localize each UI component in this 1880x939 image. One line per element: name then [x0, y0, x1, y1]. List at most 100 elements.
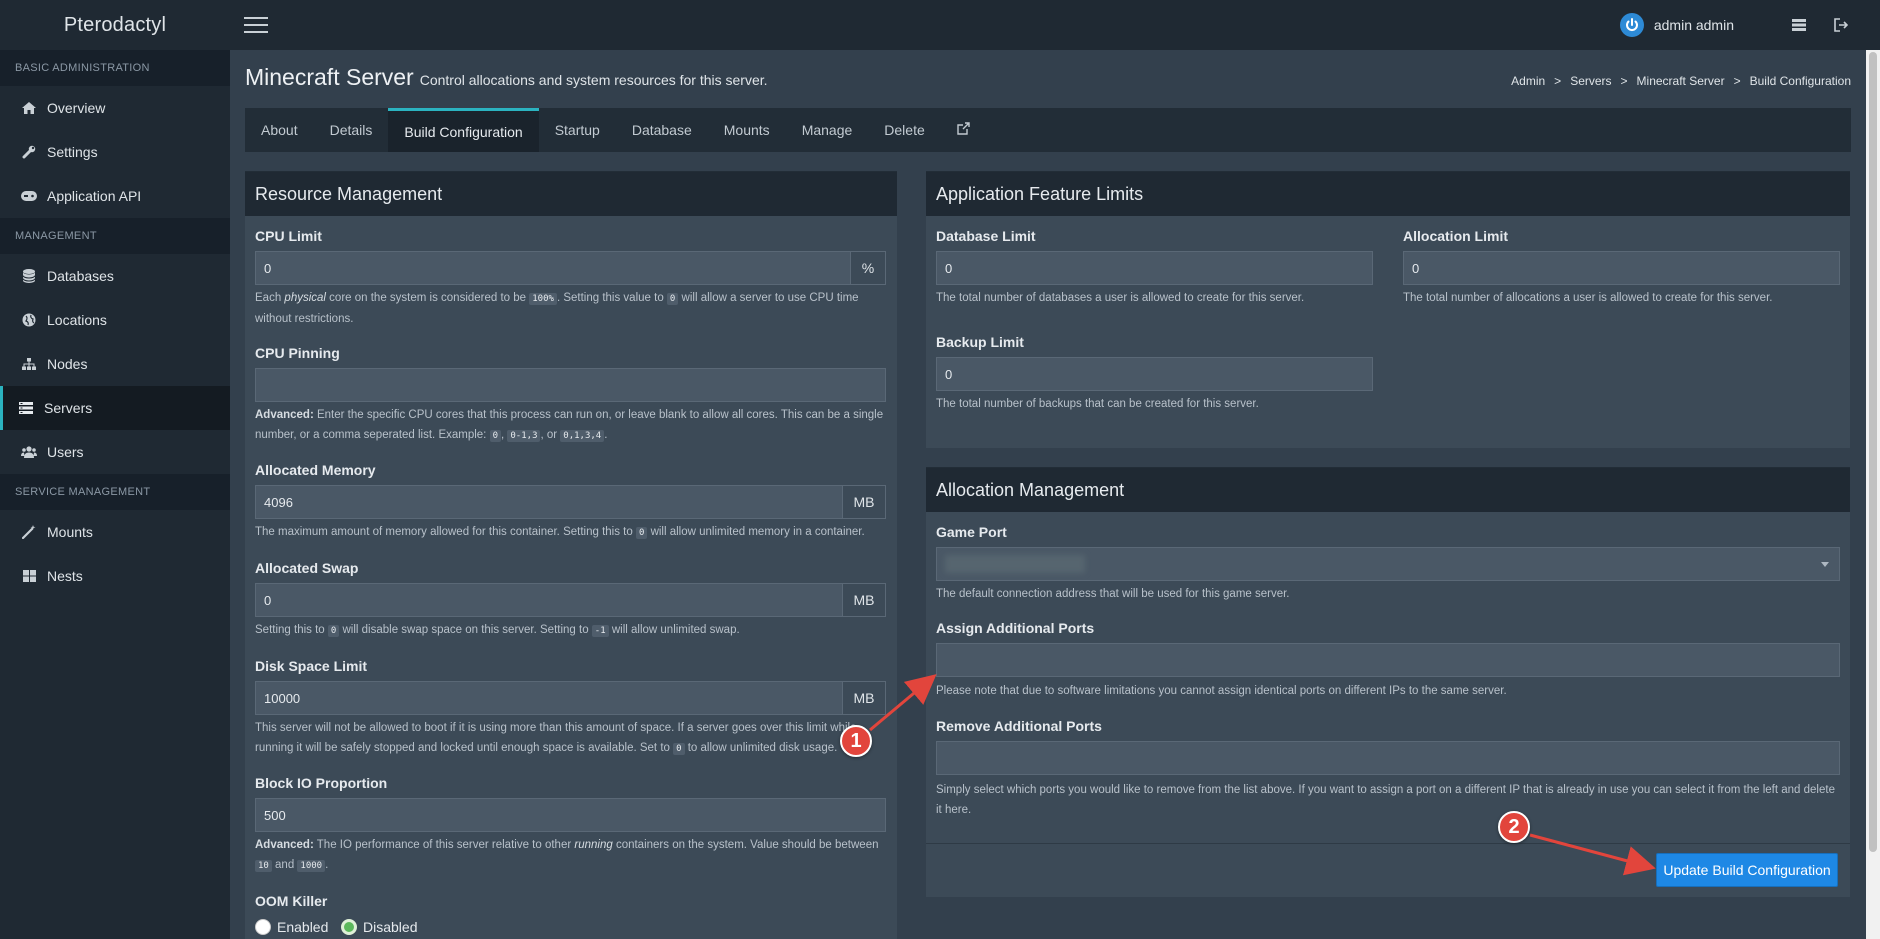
game-port-label: Game Port	[936, 524, 1007, 540]
cpu-pinning-help: Advanced: Enter the specific CPU cores t…	[255, 409, 884, 442]
oom-enabled-radio[interactable]	[255, 919, 271, 935]
disk-space-addon: MB	[842, 681, 886, 715]
database-icon	[21, 268, 37, 284]
breadcrumb-admin[interactable]: Admin	[1511, 74, 1545, 88]
assign-ports-help: Please note that due to software limitat…	[936, 685, 1507, 697]
username[interactable]: admin admin	[1654, 17, 1734, 33]
remove-ports-label: Remove Additional Ports	[936, 718, 1102, 734]
oom-disabled-radio[interactable]	[341, 919, 357, 935]
sidebar-item-nests[interactable]: Nests	[0, 554, 230, 598]
tab-manage[interactable]: Manage	[786, 108, 869, 152]
sidebar-item-settings[interactable]: Settings	[0, 130, 230, 174]
breadcrumb-server[interactable]: Minecraft Server	[1637, 74, 1725, 88]
database-limit-input[interactable]: 0	[936, 251, 1373, 285]
sidebar-header-basic: BASIC ADMINISTRATION	[0, 50, 230, 86]
sidebar-item-label: Settings	[47, 144, 98, 160]
tab-about[interactable]: About	[245, 108, 314, 152]
tab-mounts[interactable]: Mounts	[708, 108, 786, 152]
allocated-swap-addon: MB	[842, 583, 886, 617]
top-navbar: Pterodactyl admin admin	[0, 0, 1880, 50]
oom-killer-label: OOM Killer	[255, 893, 328, 909]
block-io-label: Block IO Proportion	[255, 775, 388, 791]
cpu-limit-label: CPU Limit	[255, 228, 322, 244]
sidebar-item-label: Mounts	[47, 524, 93, 540]
backup-limit-input[interactable]: 0	[936, 357, 1373, 391]
assign-ports-input[interactable]	[936, 643, 1840, 677]
allocated-memory-addon: MB	[842, 485, 886, 519]
scrollbar-thumb[interactable]	[1869, 52, 1877, 852]
logout-icon[interactable]	[1832, 16, 1850, 34]
allocated-swap-input[interactable]: 0	[255, 583, 843, 617]
sidebar-item-label: Databases	[47, 268, 114, 284]
sidebar-item-label: Nodes	[47, 356, 88, 372]
sidebar-item-servers[interactable]: Servers	[0, 386, 230, 430]
tab-external-link[interactable]	[941, 108, 986, 152]
server-list-icon[interactable]	[1790, 16, 1808, 34]
sidebar-item-label: Users	[47, 444, 84, 460]
block-io-input[interactable]: 500	[255, 798, 886, 832]
server-icon	[18, 400, 34, 416]
sidebar-item-databases[interactable]: Databases	[0, 254, 230, 298]
disk-space-label: Disk Space Limit	[255, 658, 368, 674]
assign-ports-label: Assign Additional Ports	[936, 620, 1095, 636]
remove-ports-help: Simply select which ports you would like…	[936, 784, 1835, 816]
sidebar-item-application-api[interactable]: Application API	[0, 174, 230, 218]
cpu-limit-help: Each physical core on the system is cons…	[255, 292, 859, 325]
allocated-swap-help: Setting this to 0 will disable swap spac…	[255, 624, 740, 637]
update-build-configuration-button[interactable]: Update Build Configuration	[1656, 853, 1838, 887]
page-subtitle: Control allocations and system resources…	[419, 72, 768, 88]
tab-database[interactable]: Database	[616, 108, 708, 152]
app-logo[interactable]: Pterodactyl	[0, 14, 230, 37]
sidebar-item-locations[interactable]: Locations	[0, 298, 230, 342]
sidebar-item-users[interactable]: Users	[0, 430, 230, 474]
oom-disabled-label: Disabled	[363, 919, 418, 935]
allocated-swap-label: Allocated Swap	[255, 560, 359, 576]
user-avatar-icon[interactable]	[1619, 13, 1644, 37]
sidebar-item-overview[interactable]: Overview	[0, 86, 230, 130]
oom-enabled-option[interactable]: Enabled	[255, 919, 328, 935]
tab-startup[interactable]: Startup	[539, 108, 616, 152]
page-scrollbar[interactable]	[1866, 50, 1880, 939]
annotation-marker-2: 2	[1498, 811, 1530, 843]
sidebar-item-label: Application API	[47, 188, 142, 204]
tab-build-configuration[interactable]: Build Configuration	[388, 108, 539, 152]
allocation-limit-help: The total number of allocations a user i…	[1403, 292, 1773, 304]
oom-disabled-option[interactable]: Disabled	[341, 919, 417, 935]
sidebar-toggle-icon[interactable]	[244, 17, 268, 33]
database-limit-help: The total number of databases a user is …	[936, 292, 1305, 304]
game-port-help: The default connection address that will…	[936, 588, 1290, 600]
page-header: Minecraft Server Control allocations and…	[245, 64, 1851, 91]
sidebar-item-nodes[interactable]: Nodes	[0, 342, 230, 386]
tab-details[interactable]: Details	[314, 108, 389, 152]
server-tabs: About Details Build Configuration Startu…	[245, 108, 1851, 152]
allocation-management-title: Allocation Management	[926, 468, 1850, 512]
game-port-select[interactable]	[936, 547, 1840, 581]
oom-enabled-label: Enabled	[277, 919, 329, 935]
sitemap-icon	[21, 356, 37, 372]
allocated-memory-input[interactable]: 4096	[255, 485, 843, 519]
game-port-value-redacted	[945, 555, 1085, 573]
allocation-limit-input[interactable]: 0	[1403, 251, 1840, 285]
sidebar-item-label: Servers	[44, 400, 93, 416]
sidebar-item-label: Overview	[47, 100, 106, 116]
annotation-marker-1: 1	[840, 725, 872, 757]
disk-space-input[interactable]: 10000	[255, 681, 843, 715]
cpu-pinning-input[interactable]	[255, 368, 886, 402]
wrench-icon	[21, 144, 37, 160]
remove-ports-input[interactable]	[936, 741, 1840, 775]
backup-limit-help: The total number of backups that can be …	[936, 398, 1259, 410]
sidebar-item-mounts[interactable]: Mounts	[0, 510, 230, 554]
cpu-limit-addon: %	[850, 251, 886, 285]
chevron-down-icon	[1821, 562, 1829, 567]
cpu-limit-input[interactable]: 0	[255, 251, 851, 285]
breadcrumb: Admin > Servers > Minecraft Server > Build …	[1511, 74, 1851, 88]
tab-delete[interactable]: Delete	[868, 108, 940, 152]
breadcrumb-servers[interactable]: Servers	[1570, 74, 1611, 88]
breadcrumb-current: Build Configuration	[1749, 74, 1851, 88]
sidebar-item-label: Nests	[47, 568, 83, 584]
gamepad-icon	[21, 188, 37, 204]
external-link-icon	[957, 122, 970, 138]
allocation-limit-label: Allocation Limit	[1403, 228, 1508, 244]
sidebar-item-label: Locations	[47, 312, 107, 328]
home-icon	[21, 100, 37, 116]
